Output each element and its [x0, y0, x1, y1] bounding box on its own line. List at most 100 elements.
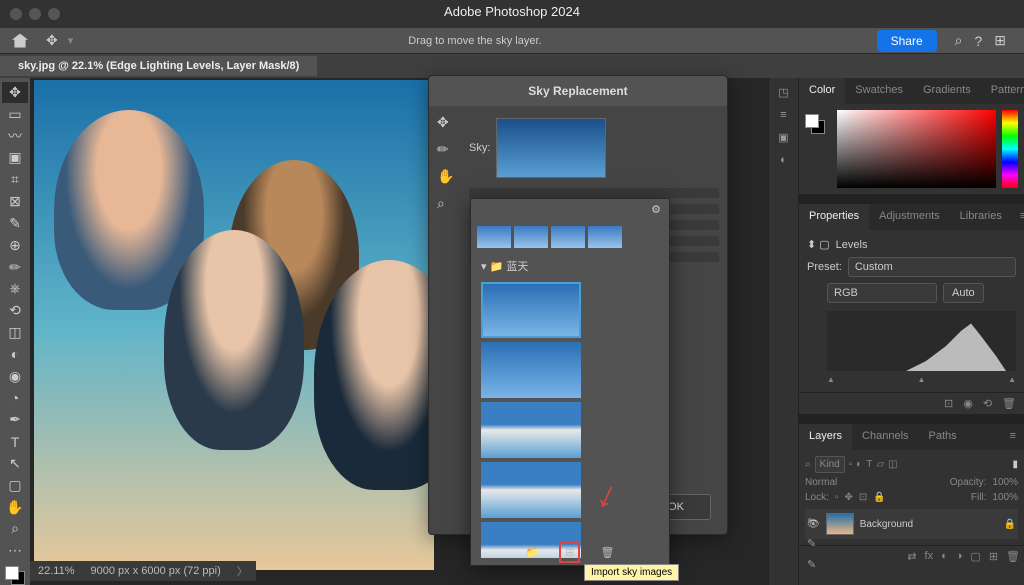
crop-tool[interactable]: ⌗ — [2, 169, 28, 190]
type-tool[interactable]: T — [2, 431, 28, 452]
filter-pixel-icon[interactable]: ▫ — [849, 459, 853, 470]
document-tab[interactable]: sky.jpg @ 22.1% (Edge Lighting Levels, L… — [0, 56, 317, 76]
selection-tool[interactable]: ▣ — [2, 147, 28, 168]
adjustment-icon[interactable]: ◑ — [956, 550, 963, 563]
home-icon[interactable] — [12, 34, 28, 48]
tab-channels[interactable]: Channels — [852, 424, 918, 450]
canvas[interactable] — [34, 80, 434, 570]
shape-tool[interactable]: ▢ — [2, 475, 28, 496]
filter-kind[interactable]: Kind — [815, 456, 845, 473]
sky-move-tool[interactable]: ✥ — [437, 114, 461, 131]
gear-icon[interactable]: ⚙ — [651, 204, 661, 216]
sky-preset[interactable] — [481, 462, 581, 518]
layer-item[interactable]: 👁 Background 🔒 — [805, 509, 1018, 539]
edit-toolbar[interactable]: ⋯ — [2, 540, 28, 561]
tab-paths[interactable]: Paths — [919, 424, 967, 450]
tab-properties[interactable]: Properties — [799, 204, 869, 230]
move-tool-icon[interactable]: ✥ — [46, 32, 58, 49]
lock-pixels-icon[interactable]: ▫ — [835, 492, 839, 503]
tab-swatches[interactable]: Swatches — [845, 78, 913, 104]
panel-icon[interactable]: ▣ — [778, 131, 788, 144]
lock-all-icon[interactable]: 🔒 — [873, 492, 885, 503]
sky-thumb[interactable] — [588, 226, 622, 248]
link-icon[interactable]: ⇄ — [907, 550, 916, 563]
sky-brush-tool[interactable]: ✏ — [437, 141, 461, 158]
color-swatch[interactable] — [5, 566, 25, 585]
fx-icon[interactable]: fx — [925, 550, 934, 563]
sky-preview-select[interactable] — [496, 118, 606, 178]
clip-icon[interactable]: ⊡ — [944, 397, 953, 410]
frame-tool[interactable]: ⊠ — [2, 191, 28, 212]
path-tool[interactable]: ↖ — [2, 453, 28, 474]
marquee-tool[interactable]: ▭ — [2, 104, 28, 125]
reset-icon[interactable]: ⟲ — [983, 397, 992, 410]
help-icon[interactable]: ? — [974, 33, 982, 49]
filter-shape-icon[interactable]: ▱ — [876, 459, 884, 470]
dodge-tool[interactable]: ◔ — [2, 388, 28, 409]
sky-preset[interactable] — [481, 402, 581, 458]
folder-icon[interactable]: 📁 — [526, 546, 540, 559]
hand-tool[interactable]: ✋ — [2, 497, 28, 518]
filter-smart-icon[interactable]: ◫ — [888, 459, 897, 470]
pen-tool[interactable]: ✒ — [2, 409, 28, 430]
tab-color[interactable]: Color — [799, 78, 845, 104]
history-brush-tool[interactable]: ⟲ — [2, 300, 28, 321]
panel-icon[interactable]: ◳ — [778, 86, 788, 99]
filter-type-icon[interactable]: T — [866, 459, 872, 470]
shift-edge-slider[interactable] — [469, 188, 719, 198]
sky-thumb[interactable] — [551, 226, 585, 248]
sky-zoom-tool[interactable]: ⌕ — [437, 195, 461, 212]
new-layer-icon[interactable]: ⊞ — [989, 550, 998, 563]
share-button[interactable]: Share — [877, 30, 937, 52]
eraser-tool[interactable]: ◫ — [2, 322, 28, 343]
tab-layers[interactable]: Layers — [799, 424, 852, 450]
workspace-icon[interactable]: ⊞ — [994, 32, 1006, 49]
white-point-dropper[interactable]: ✎ — [807, 558, 816, 571]
trash-icon[interactable]: 🗑 — [600, 546, 614, 559]
move-tool[interactable]: ✥ — [2, 82, 28, 103]
filter-adjust-icon[interactable]: ◐ — [856, 459, 862, 470]
auto-button[interactable]: Auto — [943, 283, 984, 303]
panel-icon[interactable]: ◐ — [780, 154, 787, 166]
tab-patterns[interactable]: Patterns — [981, 78, 1024, 104]
group-icon[interactable]: ▢ — [970, 550, 980, 563]
panel-menu-icon[interactable]: ≡ — [1002, 424, 1024, 450]
channel-select[interactable]: RGB — [827, 283, 937, 303]
stamp-tool[interactable]: ⎈ — [2, 278, 28, 299]
hue-slider[interactable] — [1002, 110, 1018, 188]
panel-icon[interactable]: ≡ — [780, 109, 786, 121]
tab-gradients[interactable]: Gradients — [913, 78, 981, 104]
histogram[interactable] — [827, 311, 1016, 371]
preset-select[interactable]: Custom — [848, 257, 1016, 277]
color-field[interactable] — [837, 110, 996, 188]
tab-adjustments[interactable]: Adjustments — [869, 204, 950, 230]
black-point-dropper[interactable]: ✎ — [807, 516, 816, 529]
filter-toggle[interactable]: ▮ — [1012, 459, 1018, 470]
view-icon[interactable]: ◉ — [963, 397, 973, 410]
trash-icon[interactable]: 🗑 — [1002, 397, 1016, 410]
panel-menu-icon[interactable]: ≡ — [1012, 204, 1024, 230]
trash-icon[interactable]: 🗑 — [1006, 550, 1020, 563]
brush-tool[interactable]: ✏ — [2, 257, 28, 278]
import-sky-button[interactable]: ⊞ — [559, 542, 580, 563]
blur-tool[interactable]: ◉ — [2, 366, 28, 387]
gray-point-dropper[interactable]: ✎ — [807, 537, 816, 550]
tab-libraries[interactable]: Libraries — [950, 204, 1012, 230]
sky-preset[interactable] — [481, 342, 581, 398]
search-icon[interactable]: ⌕ — [955, 32, 963, 49]
mask-icon[interactable]: ◐ — [941, 550, 948, 563]
sky-preset[interactable] — [481, 282, 581, 338]
zoom-tool[interactable]: ⌕ — [2, 519, 28, 540]
sky-thumb[interactable] — [477, 226, 511, 248]
gradient-tool[interactable]: ◐ — [2, 344, 28, 365]
opacity-value[interactable]: 100% — [992, 477, 1018, 488]
lasso-tool[interactable]: 〰 — [2, 126, 28, 147]
heal-tool[interactable]: ⊕ — [2, 235, 28, 256]
lock-artboard-icon[interactable]: ⊡ — [859, 492, 867, 503]
zoom-level[interactable]: 22.11% — [38, 565, 75, 577]
sky-folder-label[interactable]: ▾ 📁 蓝天 — [471, 254, 669, 278]
eyedropper-tool[interactable]: ✎ — [2, 213, 28, 234]
sky-hand-tool[interactable]: ✋ — [437, 168, 461, 185]
blend-mode[interactable]: Normal — [805, 477, 837, 488]
sky-thumb[interactable] — [514, 226, 548, 248]
